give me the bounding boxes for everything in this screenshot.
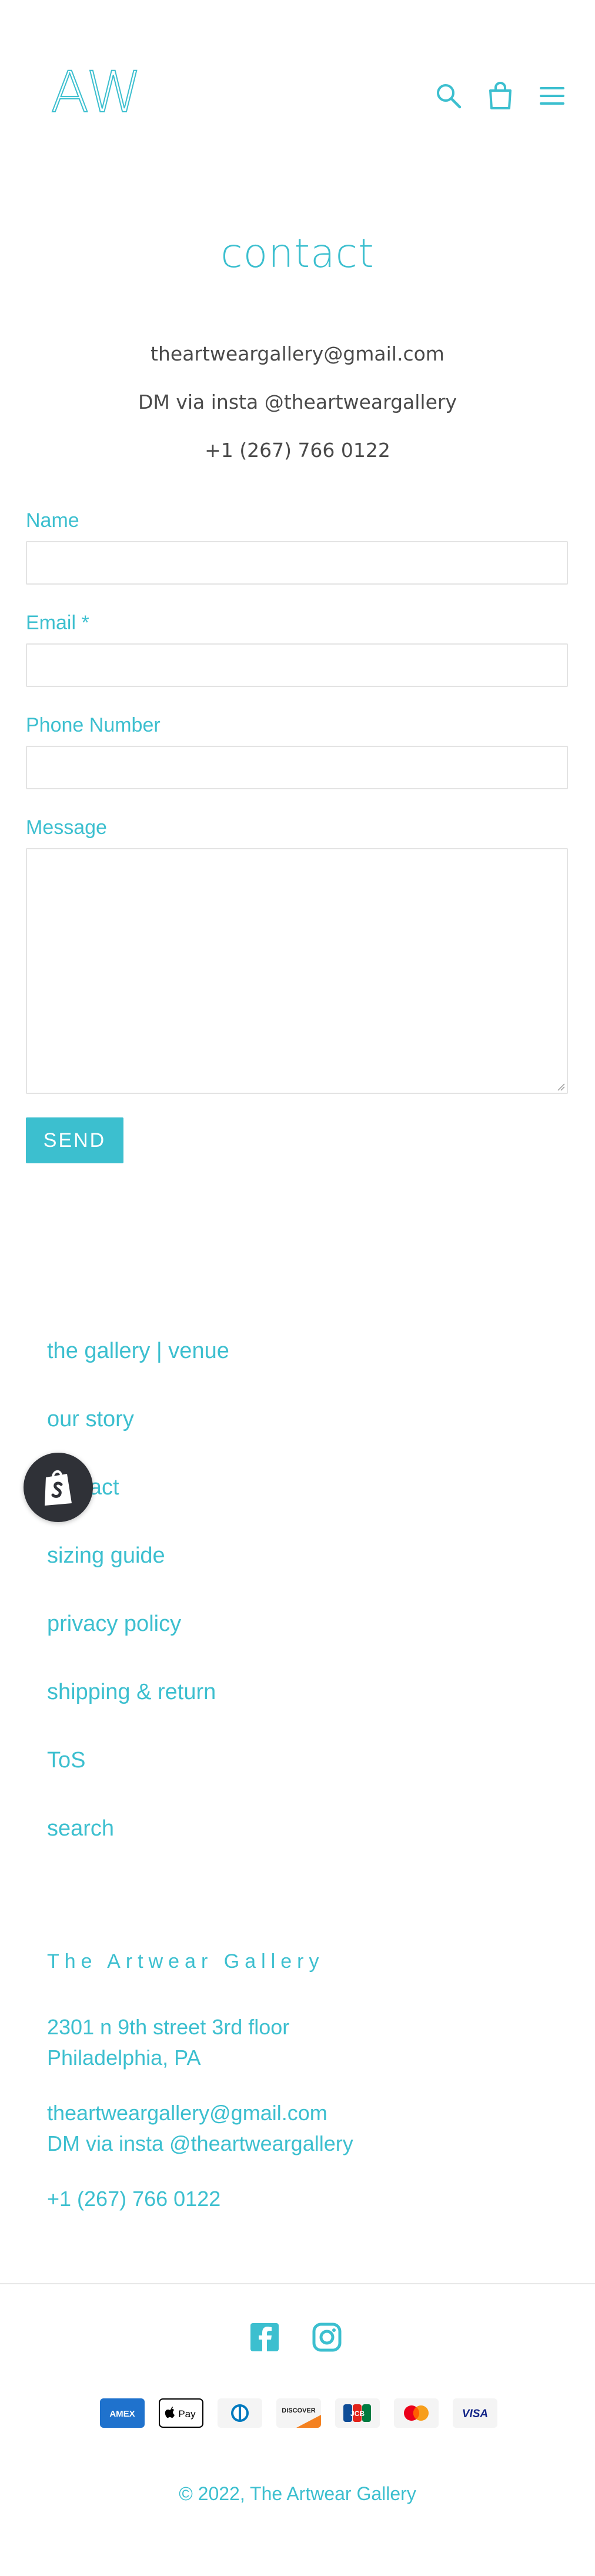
svg-text:JCB: JCB — [350, 2410, 365, 2418]
shopify-badge-button[interactable] — [24, 1453, 93, 1522]
svg-text:VISA: VISA — [462, 2408, 488, 2420]
message-label: Message — [26, 816, 107, 839]
email-label: Email * — [26, 612, 89, 634]
mastercard-icon — [394, 2398, 439, 2428]
phone-field[interactable] — [26, 746, 568, 789]
footer-link-sizing-guide[interactable]: sizing guide — [47, 1543, 165, 1569]
phone-label: Phone Number — [26, 714, 161, 736]
name-field[interactable] — [26, 541, 568, 585]
visa-icon: VISA — [453, 2398, 497, 2428]
contact-email: theartweargallery@gmail.com — [151, 342, 444, 365]
copyright-text: © 2022, The Artwear Gallery — [179, 2483, 416, 2504]
menu-icon[interactable] — [537, 81, 567, 111]
footer-divider — [0, 2283, 595, 2284]
footer-link-privacy-policy[interactable]: privacy policy — [47, 1611, 181, 1637]
footer-store-name: The Artwear Gallery — [47, 1950, 325, 1973]
site-header: AW — [0, 0, 595, 188]
svg-text:DISCOVER: DISCOVER — [282, 2407, 316, 2414]
footer-link-tos[interactable]: ToS — [47, 1748, 85, 1773]
amex-icon: AMEX — [100, 2398, 145, 2428]
diners-club-icon — [218, 2398, 262, 2428]
site-logo[interactable]: AW — [50, 59, 156, 126]
logo-glyph: AW — [50, 59, 142, 126]
contact-phone: +1 (267) 766 0122 — [205, 439, 390, 462]
email-field[interactable] — [26, 643, 568, 687]
page-title: contact — [220, 231, 375, 277]
svg-text:AMEX: AMEX — [109, 2409, 135, 2419]
name-label: Name — [26, 509, 79, 532]
resize-grip-icon[interactable] — [557, 1083, 565, 1091]
footer-phone[interactable]: +1 (267) 766 0122 — [47, 2187, 220, 2211]
footer-address-line2: Philadelphia, PA — [47, 2046, 201, 2070]
discover-icon: DISCOVER — [276, 2398, 321, 2428]
search-icon[interactable] — [434, 81, 463, 111]
footer-address-line1: 2301 n 9th street 3rd floor — [47, 2015, 290, 2039]
jcb-icon: JCB — [335, 2398, 380, 2428]
footer-email[interactable]: theartweargallery@gmail.com — [47, 2101, 327, 2125]
contact-insta: DM via insta @theartweargallery — [138, 391, 457, 413]
send-button[interactable]: SEND — [26, 1117, 123, 1163]
footer-link-our-story[interactable]: our story — [47, 1407, 134, 1432]
svg-text:Pay: Pay — [178, 2408, 196, 2420]
shopify-bag-icon — [45, 1470, 72, 1506]
footer-link-search[interactable]: search — [47, 1816, 114, 1841]
message-field[interactable] — [26, 848, 568, 1094]
apple-pay-icon: Pay — [159, 2398, 203, 2428]
instagram-icon[interactable] — [312, 2322, 342, 2353]
footer-link-shipping-return[interactable]: shipping & return — [47, 1680, 216, 1705]
cart-icon[interactable] — [486, 81, 515, 111]
footer-link-gallery[interactable]: the gallery | venue — [47, 1339, 229, 1364]
footer-insta[interactable]: DM via insta @theartweargallery — [47, 2131, 353, 2156]
svg-text:AW: AW — [51, 65, 142, 124]
facebook-icon[interactable] — [249, 2322, 280, 2353]
